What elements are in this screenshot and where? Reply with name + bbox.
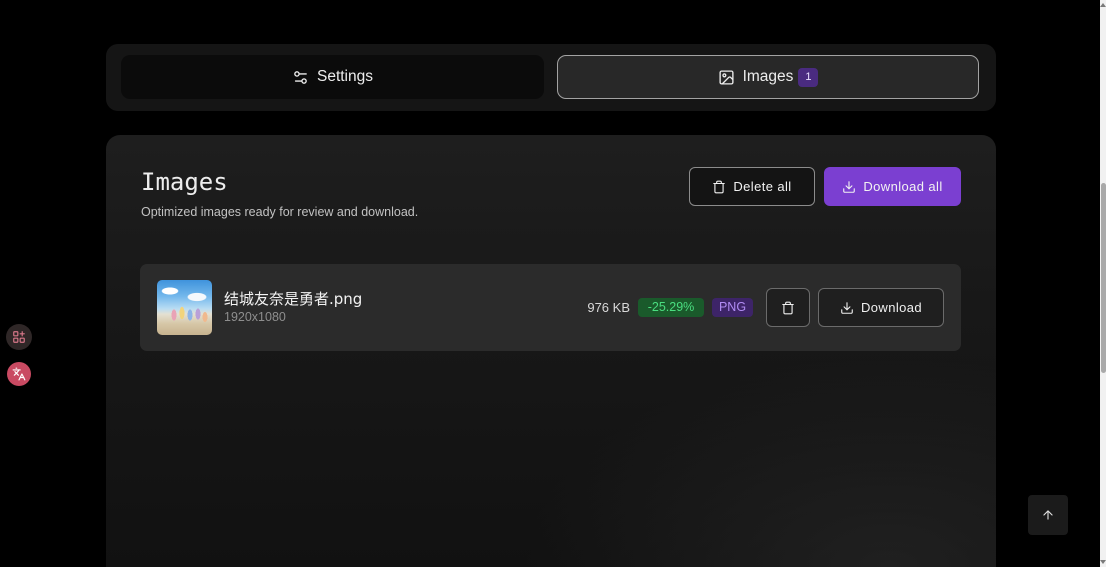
trash-icon <box>782 301 794 314</box>
tab-settings-label: Settings <box>316 68 373 85</box>
floating-tool-apps[interactable] <box>6 324 32 350</box>
tab-settings[interactable]: Settings <box>121 55 544 99</box>
download-file-button[interactable]: Download <box>818 288 944 327</box>
delete-all-label: Delete all <box>733 179 792 194</box>
view-tab-bar: Settings Images 1 <box>106 44 996 111</box>
scrollbar-down-arrow-icon[interactable] <box>1100 560 1106 564</box>
delete-all-button[interactable]: Delete all <box>689 167 815 206</box>
page-subtitle: Optimized images ready for review and do… <box>141 205 419 219</box>
file-dimensions: 1920x1080 <box>224 310 286 324</box>
file-size: 976 KB <box>587 300 630 315</box>
delete-file-button[interactable] <box>766 288 810 327</box>
images-count-badge: 1 <box>798 67 819 87</box>
size-reduction-badge: -25.29% <box>638 298 704 317</box>
grid-plus-icon <box>13 331 25 343</box>
download-all-button[interactable]: Download all <box>824 167 961 206</box>
page-title: Images <box>141 168 228 196</box>
floating-tool-translate[interactable] <box>7 362 31 386</box>
download-file-label: Download <box>860 300 922 315</box>
trash-icon <box>713 180 726 193</box>
scrollbar-thumb[interactable] <box>1101 183 1106 373</box>
download-icon <box>841 301 853 314</box>
images-panel: Images Optimized images ready for review… <box>106 135 996 567</box>
translate-icon <box>12 367 26 381</box>
scrollbar-up-arrow-icon[interactable] <box>1100 3 1106 7</box>
download-all-label: Download all <box>863 179 943 194</box>
file-row: 结城友奈是勇者.png 1920x1080 976 KB -25.29% PNG… <box>140 264 961 351</box>
arrow-up-icon <box>1043 510 1053 520</box>
file-thumbnail <box>157 280 212 335</box>
tab-images-label: Images <box>742 68 794 85</box>
image-icon <box>719 69 734 85</box>
format-badge: PNG <box>712 298 753 317</box>
download-icon <box>843 180 856 193</box>
scroll-to-top-button[interactable] <box>1028 495 1068 535</box>
sliders-icon <box>294 70 307 84</box>
tab-images[interactable]: Images 1 <box>557 55 979 99</box>
file-actions: 976 KB -25.29% PNG Download <box>587 288 944 327</box>
file-name: 结城友奈是勇者.png <box>224 290 363 308</box>
